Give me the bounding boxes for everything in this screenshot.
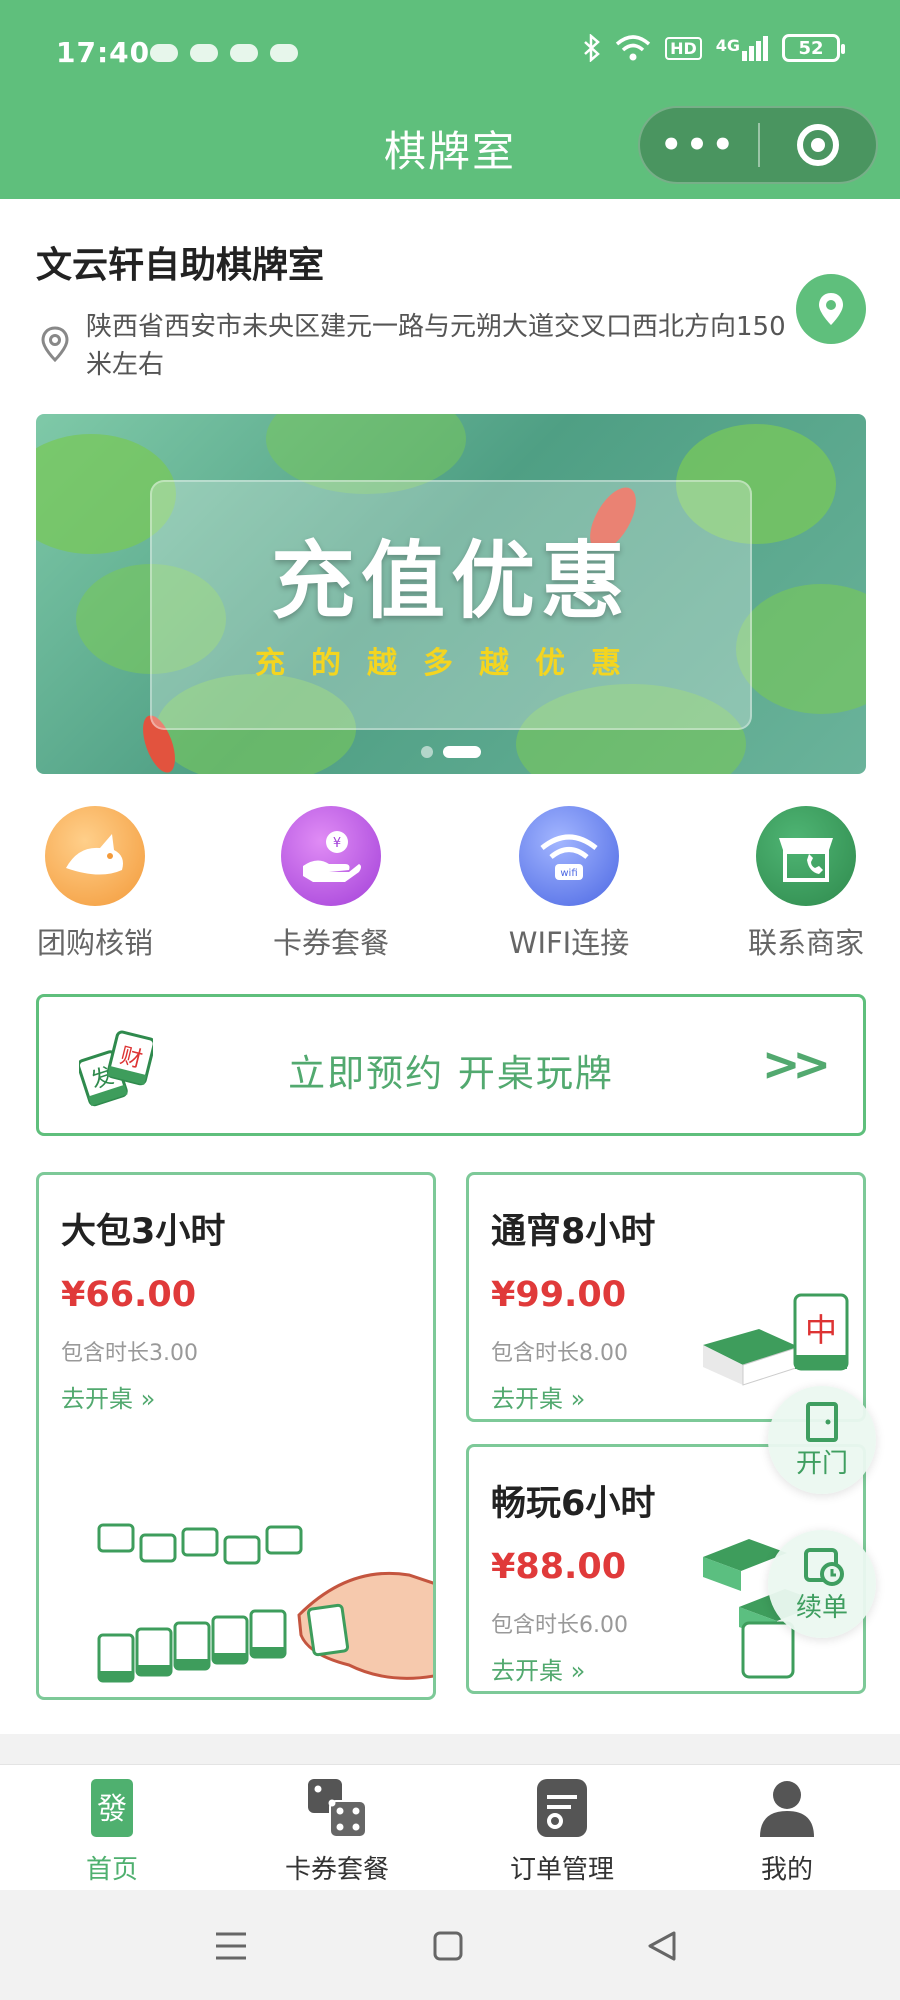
package-duration: 包含时长3.00 <box>61 1341 198 1366</box>
status-notification-icons <box>150 44 298 62</box>
location-pin-icon <box>41 326 69 362</box>
svg-text:中: 中 <box>805 1311 837 1349</box>
tab-coupons[interactable]: 卡券套餐 <box>237 1777 437 1886</box>
tab-label: 我的 <box>760 1855 813 1885</box>
package-price: ¥99.00 <box>491 1275 627 1315</box>
map-pin-icon <box>819 293 843 325</box>
package-card-3h[interactable]: 大包3小时 ¥66.00 包含时长3.00 去开桌 » <box>36 1172 436 1700</box>
mahjong-hand-illustration <box>97 1523 433 1683</box>
miniprogram-capsule: ••• <box>638 106 878 184</box>
quick-entry-group-buy[interactable]: 团购核销 <box>20 806 170 962</box>
promo-banner[interactable]: 充值优惠 充的越多越优惠 <box>36 414 866 774</box>
close-miniprogram-button[interactable] <box>760 124 876 166</box>
quick-entry-contact[interactable]: 联系商家 <box>731 806 881 962</box>
hd-badge: HD <box>665 36 702 60</box>
banner-dot-active <box>443 746 481 758</box>
quick-entry-label: 联系商家 <box>747 926 864 960</box>
banner-dot <box>421 746 433 758</box>
package-name: 通宵8小时 <box>491 1212 656 1252</box>
user-icon <box>760 1781 814 1837</box>
more-menu-button[interactable]: ••• <box>640 125 758 165</box>
back-triangle-icon[interactable] <box>646 1930 678 1962</box>
double-chevron-right-icon: >> <box>761 1037 831 1091</box>
bottom-tab-bar: 發 首页 卡券套餐 订单管理 我的 <box>0 1764 900 1890</box>
wifi-icon: wifi <box>519 806 619 906</box>
reserve-button[interactable]: 发 财 立即预约 开桌玩牌 >> <box>36 994 866 1136</box>
renew-order-button[interactable]: 续单 <box>768 1530 876 1638</box>
package-name: 畅玩6小时 <box>491 1484 656 1524</box>
quick-entry-coupons[interactable]: ¥ 卡券套餐 <box>256 806 406 962</box>
quick-entry-label: 卡券套餐 <box>272 926 389 960</box>
store-phone-icon <box>756 806 856 906</box>
tab-label: 订单管理 <box>509 1855 614 1885</box>
svg-text:wifi: wifi <box>560 868 577 879</box>
banner-title: 充值优惠 <box>270 532 631 630</box>
quick-entry-label: WIFI连接 <box>508 926 630 960</box>
tab-label: 卡券套餐 <box>284 1855 389 1885</box>
open-table-link[interactable]: 去开桌 » <box>491 1651 585 1686</box>
open-door-label: 开门 <box>795 1449 848 1479</box>
status-indicators: HD 4G 52 <box>583 34 845 62</box>
navigate-button[interactable] <box>796 274 866 344</box>
open-door-button[interactable]: 开门 <box>768 1386 876 1494</box>
system-navigation-bar <box>0 1890 900 2000</box>
battery-indicator: 52 <box>782 34 845 62</box>
calendar-clock-icon <box>804 1548 844 1586</box>
signal-type: 4G <box>715 35 740 55</box>
mahjong-fa-icon: 發 <box>91 1779 133 1837</box>
open-table-link[interactable]: 去开桌 » <box>491 1379 585 1414</box>
package-name: 大包3小时 <box>61 1212 226 1252</box>
battery-level: 52 <box>798 37 824 59</box>
banner-pagination <box>36 746 866 758</box>
target-icon <box>796 124 839 166</box>
order-icon <box>537 1779 587 1837</box>
top-bar: 17:40 HD 4G 52 棋牌室 ••• <box>0 0 900 199</box>
package-duration: 包含时长6.00 <box>491 1613 628 1638</box>
tab-orders[interactable]: 订单管理 <box>462 1777 662 1886</box>
svg-text:¥: ¥ <box>333 836 341 851</box>
shop-name: 文云轩自助棋牌室 <box>36 245 325 286</box>
status-time: 17:40 <box>56 36 151 69</box>
bluetooth-icon <box>584 34 600 62</box>
dice-icon <box>308 1779 367 1838</box>
package-card-8h[interactable]: 通宵8小时 ¥99.00 包含时长8.00 去开桌 » 中 <box>466 1172 866 1422</box>
menu-icon[interactable] <box>214 1930 248 1962</box>
package-price: ¥66.00 <box>61 1275 197 1315</box>
tab-home[interactable]: 發 首页 <box>12 1777 212 1886</box>
tab-profile[interactable]: 我的 <box>687 1777 887 1886</box>
banner-subtitle: 充的越多越优惠 <box>255 646 647 681</box>
network-signal: 4G <box>715 35 768 61</box>
hand-coin-icon: ¥ <box>281 806 381 906</box>
section-divider <box>0 1734 900 1764</box>
wifi-status-icon <box>615 35 651 61</box>
quick-entry-wifi[interactable]: wifi WIFI连接 <box>494 806 644 962</box>
package-duration: 包含时长8.00 <box>491 1341 628 1366</box>
door-icon <box>806 1402 838 1442</box>
open-table-link[interactable]: 去开桌 » <box>61 1379 155 1414</box>
package-price: ¥88.00 <box>491 1547 627 1587</box>
reserve-label: 立即预约 开桌玩牌 <box>288 1052 614 1095</box>
svg-text:發: 發 <box>97 1792 127 1827</box>
quick-entry-label: 团购核销 <box>36 926 153 960</box>
renew-order-label: 续单 <box>795 1593 848 1623</box>
tab-label: 首页 <box>85 1855 138 1885</box>
fox-icon <box>45 806 145 906</box>
home-square-icon[interactable] <box>432 1930 464 1962</box>
shop-address: 陕西省西安市未央区建元一路与元朔大道交叉口西北方向150米左右 <box>86 312 786 380</box>
